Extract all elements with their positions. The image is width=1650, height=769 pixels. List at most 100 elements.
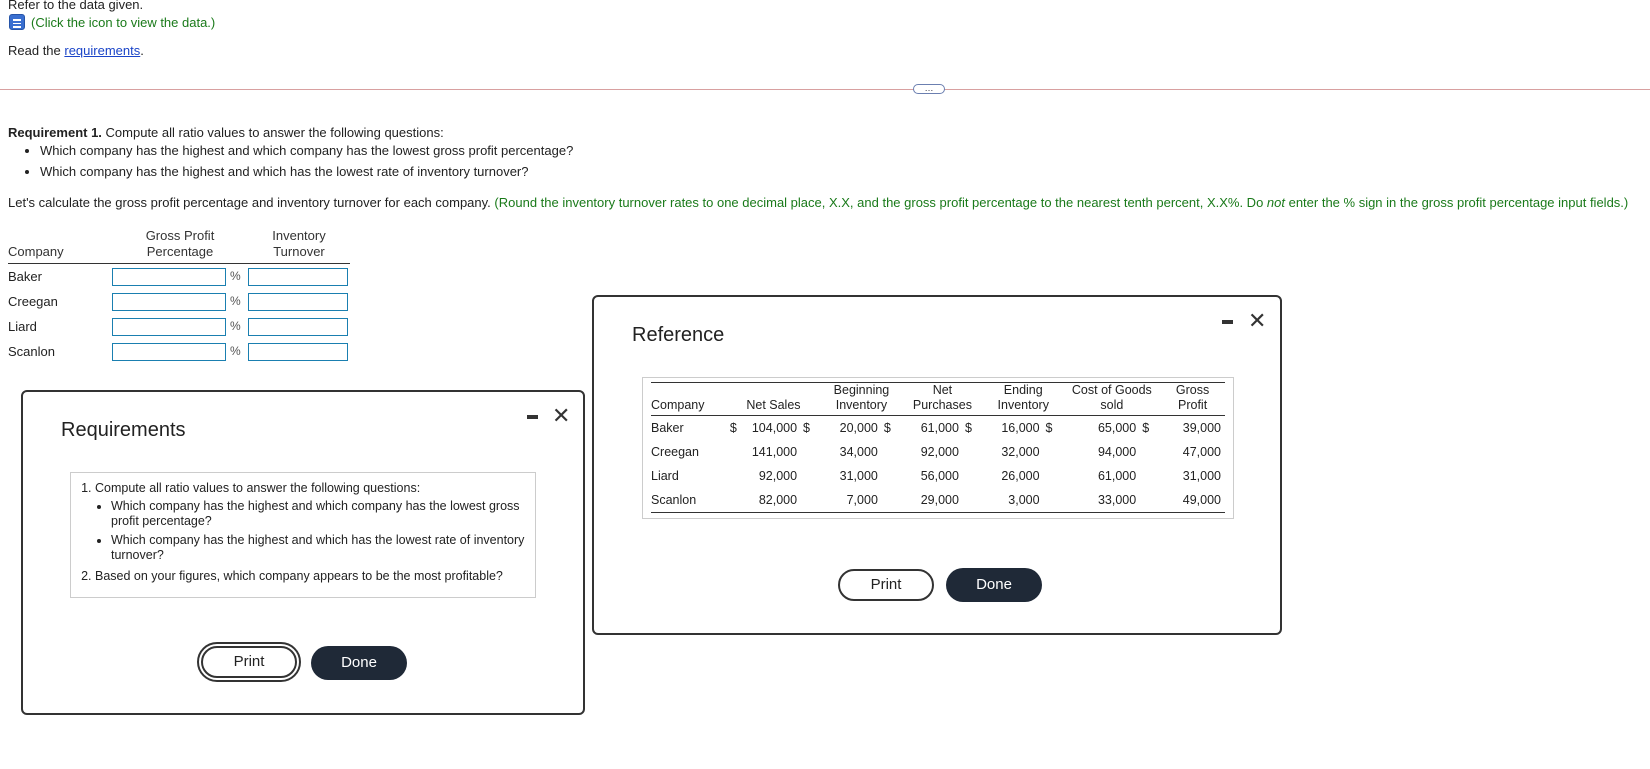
ref-gp-value: 49,000 [1182, 493, 1221, 507]
ref-cogs-value: 94,000 [1097, 445, 1137, 459]
ref-col-net-purchases: Net Purchases [901, 382, 983, 416]
inv-cell [248, 339, 350, 364]
ref-cogs: 65,000 $ [1064, 416, 1161, 441]
close-icon[interactable]: ✕ [552, 405, 570, 427]
ref-net-line1: Net [932, 383, 953, 397]
requirement-bullet: Which company has the highest and which … [111, 533, 527, 563]
ref-net-purchases: 56,000 [902, 464, 983, 488]
calc-company-name: Liard [8, 319, 37, 334]
ref-gp-line2: Profit [1178, 398, 1208, 412]
requirement-bullet: Which company has the highest and which … [111, 499, 527, 529]
hint-emphasis: not [1266, 195, 1285, 210]
ref-gp-value: 47,000 [1182, 445, 1221, 459]
gross-profit-percentage-input[interactable] [112, 267, 226, 286]
ref-col-net-sales: Net Sales [725, 382, 822, 416]
ref-ending-inventory: 26,000 [983, 464, 1064, 488]
read-prefix: Read the [8, 43, 65, 58]
ref-net-pur-value: 56,000 [920, 469, 959, 483]
dollar-sign: $ [883, 421, 891, 435]
requirements-link[interactable]: requirements [64, 43, 140, 58]
inventory-turnover-input[interactable] [248, 292, 348, 311]
ref-cogs-line1: Cost of Goods [1071, 383, 1152, 397]
dollar-sign: $ [803, 421, 810, 435]
requirement-1-heading: Requirement 1. Compute all ratio values … [8, 125, 444, 140]
ref-col-beginning-inventory: Beginning Inventory [821, 382, 902, 416]
ref-beg-inv-value: 31,000 [839, 469, 878, 483]
print-button[interactable]: Print [838, 569, 934, 601]
reference-row: Baker $104,000 $20,000 $61,000 $16,000 $65,00… [651, 416, 1225, 441]
inv-cell [248, 314, 350, 339]
ref-net-line2: Purchases [912, 398, 972, 412]
calc-row: Scanlon% [8, 339, 350, 364]
ref-beg-inv-value: 7,000 [846, 493, 878, 507]
requirement-item-1: Compute all ratio values to answer the f… [95, 481, 527, 563]
minimize-icon[interactable] [527, 415, 538, 419]
ref-net-pur-value: 92,000 [920, 445, 959, 459]
ref-beg-inv-value: 20,000 [839, 421, 878, 435]
ref-end-line1: Ending [1003, 383, 1043, 397]
ref-beg-line2: Inventory [835, 398, 888, 412]
gross-profit-percentage-input[interactable] [112, 292, 226, 311]
ref-net-purchases: 61,000 $ [902, 416, 983, 441]
percent-sign: % [230, 268, 241, 283]
gpp-cell: % [112, 289, 248, 314]
col-inv-line1: Inventory [272, 228, 326, 243]
gross-profit-percentage-input[interactable] [112, 342, 226, 361]
done-button[interactable]: Done [311, 646, 407, 680]
read-suffix: . [140, 43, 144, 58]
ref-ending-inventory: 3,000 [982, 488, 1064, 513]
requirements-modal: Requirements ✕ Compute all ratio values … [21, 390, 585, 715]
view-data-link[interactable]: (Click the icon to view the data.) [31, 15, 215, 30]
reference-data-table: Company Net Sales Beginning Inventory Net… [651, 382, 1225, 513]
ref-gp-value: 31,000 [1182, 469, 1221, 483]
dollar-sign: $ [964, 421, 972, 435]
calc-company-name: Creegan [8, 294, 58, 309]
reference-row: Creegan 141,000 34,000 92,000 32,000 94,000 47… [651, 440, 1225, 464]
ref-end-line2: Inventory [997, 398, 1049, 412]
data-table-icon[interactable] [9, 14, 25, 30]
print-button[interactable]: Print [197, 642, 301, 682]
requirement-1-questions: Which company has the highest and which … [8, 140, 573, 182]
ref-end-inv-value: 32,000 [1001, 445, 1040, 459]
ref-net-sales: 92,000 [726, 464, 821, 488]
col-gpp-line1: Gross Profit [145, 228, 215, 243]
ref-ending-inventory: 32,000 [983, 440, 1064, 464]
calc-company-name: Baker [8, 269, 42, 284]
ref-net-sales-value: 141,000 [751, 445, 798, 459]
calc-row: Creegan% [8, 289, 350, 314]
ref-beginning-inventory: 7,000 [821, 488, 902, 513]
dollar-sign: $ [1045, 421, 1053, 435]
reference-modal: Reference ✕ Company Net Sales Beginning I… [592, 295, 1282, 635]
done-button[interactable]: Done [946, 568, 1042, 602]
reference-row: Scanlon 82,000 7,000 29,000 3,000 33,000 49,00… [651, 488, 1225, 513]
calc-row: Liard% [8, 314, 350, 339]
ref-cogs-value: 65,000 [1097, 421, 1137, 435]
gpp-cell: % [112, 264, 248, 290]
hint-part-1: (Round the inventory turnover rates to o… [490, 195, 1267, 210]
ref-gross-profit: 39,000 [1160, 416, 1225, 441]
inventory-turnover-input[interactable] [248, 342, 348, 361]
col-company: Company [8, 244, 64, 259]
reference-table-box: Company Net Sales Beginning Inventory Net… [642, 377, 1234, 519]
gross-profit-percentage-input[interactable] [112, 317, 226, 336]
ref-ending-inventory: 16,000 $ [983, 416, 1064, 441]
ref-net-purchases: 92,000 [902, 440, 983, 464]
close-icon[interactable]: ✕ [1248, 310, 1266, 332]
calc-row: Baker% [8, 264, 350, 290]
instruction-text: Let's calculate the gross profit percent… [8, 195, 491, 210]
inv-cell [248, 264, 350, 290]
ref-net-sales-value: 82,000 [758, 493, 798, 507]
expand-handle[interactable]: … [913, 84, 945, 94]
percent-sign: % [230, 293, 241, 308]
minimize-icon[interactable] [1222, 320, 1233, 324]
ref-cogs: 33,000 [1063, 488, 1161, 513]
percent-sign: % [230, 318, 241, 333]
ref-beginning-inventory: 34,000 [821, 440, 902, 464]
ref-gp-line1: Gross [1175, 383, 1210, 397]
requirements-list-box: Compute all ratio values to answer the f… [70, 472, 536, 598]
inventory-turnover-input[interactable] [248, 267, 348, 286]
inventory-turnover-input[interactable] [248, 317, 348, 336]
col-inventory-turnover: Inventory Turnover [248, 228, 350, 264]
ref-cogs-value: 61,000 [1097, 469, 1137, 483]
ref-gp-value: 39,000 [1182, 421, 1221, 435]
